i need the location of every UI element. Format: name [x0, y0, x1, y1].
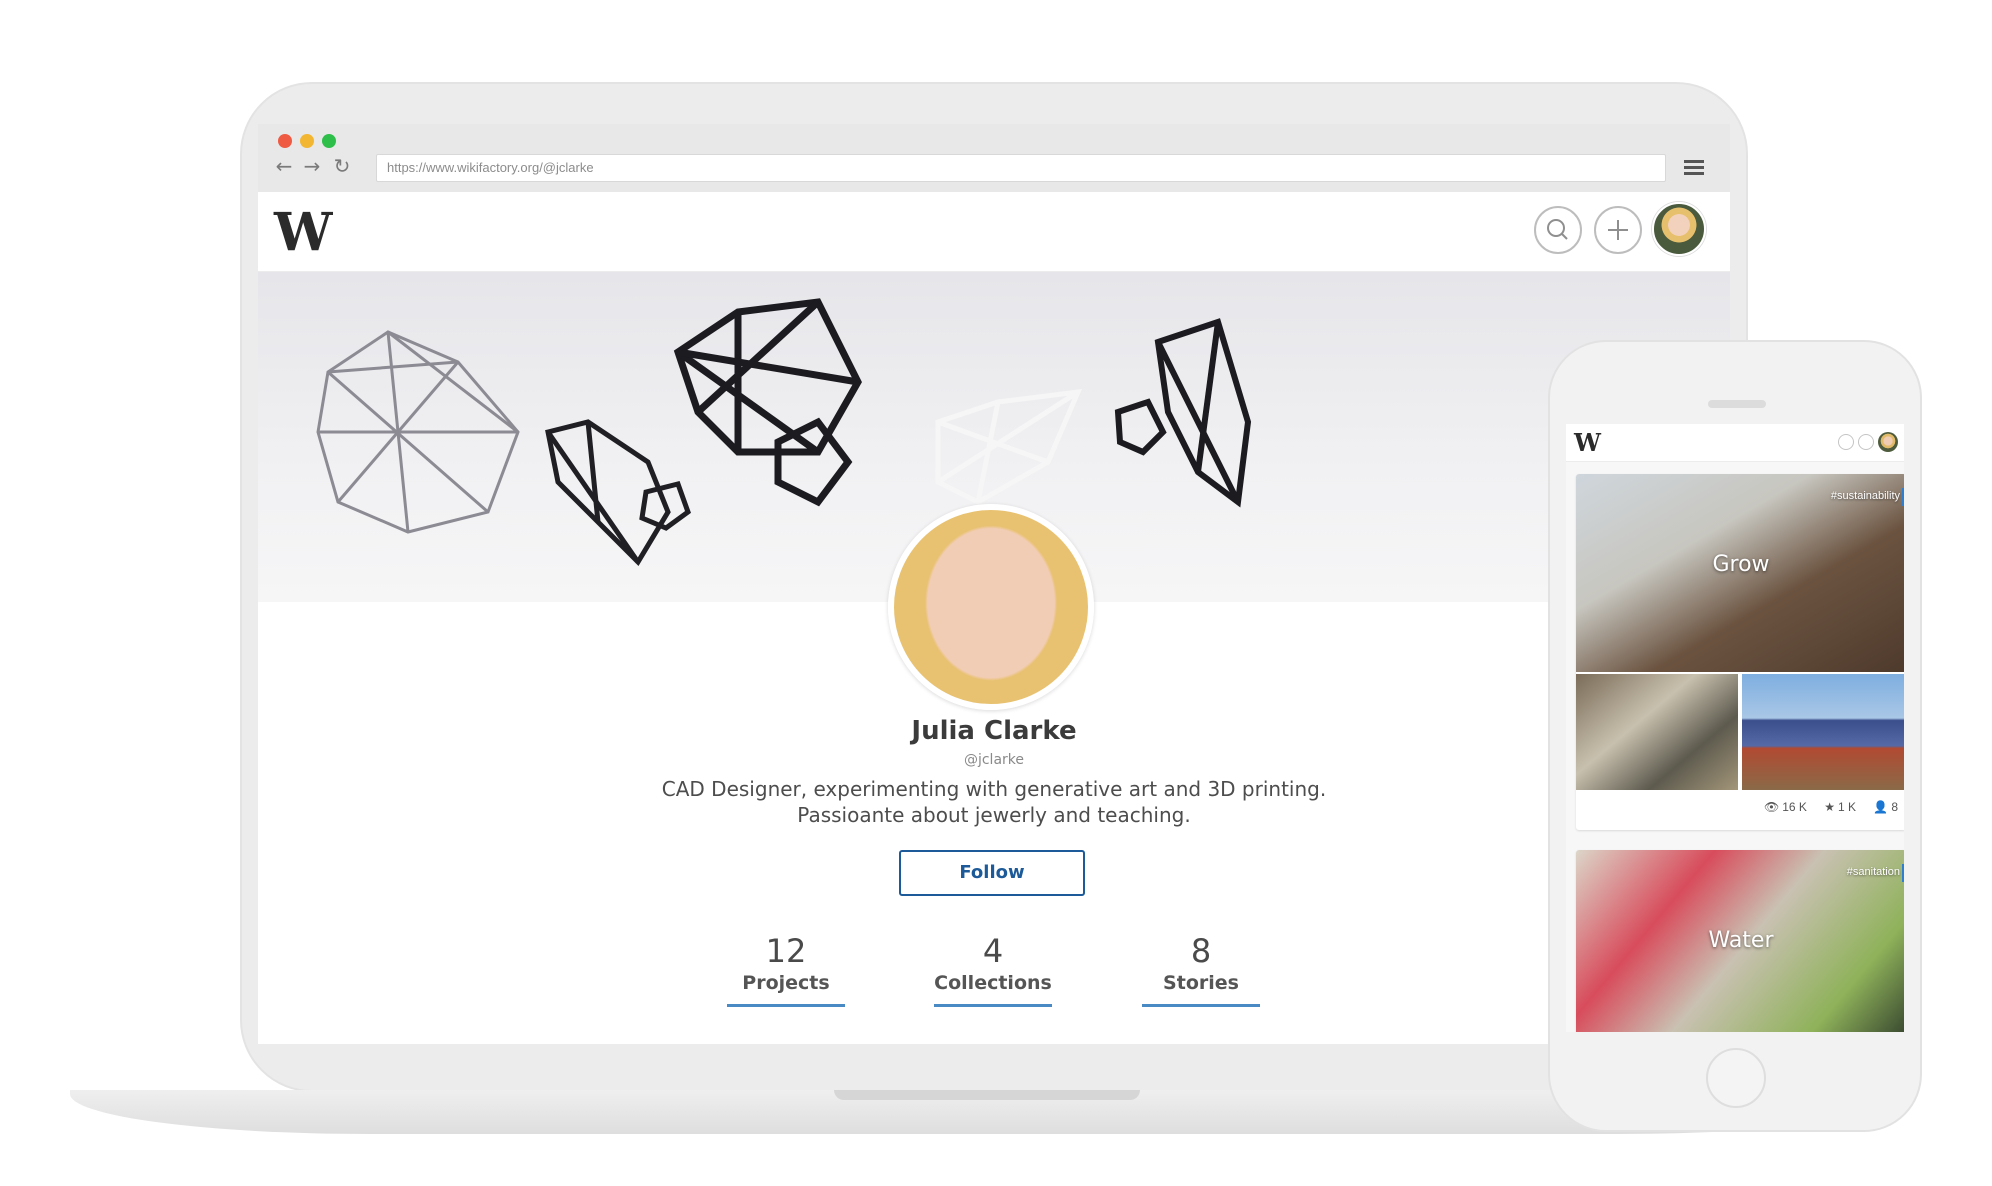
card-tag[interactable]: #sanitation	[1847, 866, 1900, 878]
mobile-header: W	[1566, 424, 1904, 462]
back-arrow-icon[interactable]: ←	[272, 154, 296, 178]
tag-marker	[1902, 864, 1904, 882]
stat-label: Projects	[742, 972, 830, 994]
forward-arrow-icon[interactable]: →	[300, 154, 324, 178]
star-icon: ★	[1824, 800, 1835, 814]
maximize-window-button[interactable]	[322, 134, 336, 148]
reload-icon[interactable]: ↻	[330, 154, 354, 178]
profile-bio: CAD Designer, experimenting with generat…	[661, 777, 1327, 827]
profile-avatar	[888, 504, 1094, 710]
card-thumbnail	[1576, 674, 1738, 790]
profile-handle: @jclarke	[963, 752, 1025, 768]
follow-button[interactable]: Follow	[899, 850, 1085, 896]
card-tag[interactable]: #sustainability	[1831, 490, 1900, 502]
phone-speaker	[1708, 400, 1766, 408]
stat-collections[interactable]: 4 Collections	[934, 932, 1052, 1007]
collection-card[interactable]: #sanitation Water	[1576, 850, 1904, 1032]
stat-label: Collections	[934, 972, 1052, 994]
close-window-button[interactable]	[278, 134, 292, 148]
add-button[interactable]	[1594, 206, 1642, 254]
contributors-count: 8	[1891, 800, 1898, 814]
tab-underline	[1142, 1004, 1260, 1007]
stat-value: 4	[982, 932, 1004, 970]
phone-screen: W #sustainability Grow 👁 16 K ★ 1 K 👤 8 #sa…	[1566, 424, 1904, 1032]
address-bar[interactable]: https://www.wikifactory.org/@jclarke	[376, 154, 1666, 182]
search-button[interactable]	[1534, 206, 1582, 254]
site-header: W	[258, 192, 1730, 272]
card-stats: 👁 16 K ★ 1 K 👤 8	[1576, 800, 1898, 814]
menu-icon[interactable]	[1684, 160, 1704, 176]
mobile-add-icon[interactable]	[1858, 434, 1874, 450]
tab-underline	[727, 1004, 845, 1007]
views-count: 16 K	[1782, 800, 1807, 814]
collection-card[interactable]: #sustainability Grow 👁 16 K ★ 1 K 👤 8	[1576, 474, 1904, 830]
stat-value: 12	[765, 932, 807, 970]
stat-value: 8	[1190, 932, 1212, 970]
mobile-avatar[interactable]	[1878, 432, 1898, 452]
phone-frame: W #sustainability Grow 👁 16 K ★ 1 K 👤 8 #sa…	[1548, 340, 1922, 1132]
stat-projects[interactable]: 12 Projects	[727, 932, 845, 1007]
laptop-notch	[834, 1090, 1140, 1100]
person-icon: 👤	[1873, 800, 1889, 814]
search-icon	[1547, 219, 1568, 240]
card-title: Grow	[1712, 552, 1770, 577]
eye-icon: 👁	[1763, 800, 1780, 814]
wikifactory-logo[interactable]: W	[274, 202, 332, 263]
phone-home-button[interactable]	[1706, 1048, 1766, 1108]
stat-label: Stories	[1163, 972, 1239, 994]
stars-count: 1 K	[1838, 800, 1857, 814]
mobile-search-icon[interactable]	[1838, 434, 1854, 450]
stat-stories[interactable]: 8 Stories	[1142, 932, 1260, 1007]
browser-chrome: ← → ↻ https://www.wikifactory.org/@jclar…	[258, 124, 1730, 192]
user-avatar[interactable]	[1652, 202, 1706, 256]
card-title: Water	[1708, 928, 1774, 953]
card-thumbnail	[1742, 674, 1904, 790]
profile-name: Julia Clarke	[911, 716, 1077, 746]
laptop-screen: ← → ↻ https://www.wikifactory.org/@jclar…	[258, 124, 1730, 1044]
tab-underline	[934, 1004, 1052, 1007]
tag-marker	[1902, 488, 1904, 506]
minimize-window-button[interactable]	[300, 134, 314, 148]
mobile-logo[interactable]: W	[1574, 428, 1601, 457]
